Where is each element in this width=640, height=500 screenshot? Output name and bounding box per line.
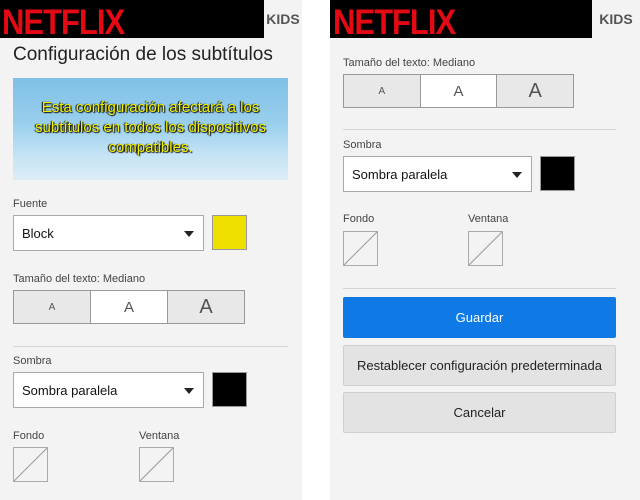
save-button[interactable]: Guardar [343,297,616,338]
shadow-label: Sombra [343,139,382,151]
subtitle-settings-panel-left: NETFLIX KIDS Configuración de los subtít… [0,0,302,500]
no-color-icon [140,448,173,481]
background-color-swatch[interactable] [13,447,48,482]
shadow-select[interactable]: Sombra paralela [343,156,532,192]
window-color-swatch[interactable] [468,231,503,266]
background-label: Fondo [13,430,45,442]
window-label: Ventana [139,430,180,442]
text-size-medium-option[interactable]: A [420,75,498,107]
font-select[interactable]: Block [13,215,204,251]
shadow-select-value: Sombra paralela [352,167,448,182]
no-color-icon [14,448,47,481]
shadow-select-value: Sombra paralela [22,383,118,398]
shadow-color-swatch[interactable] [212,372,247,407]
font-select-value: Block [22,226,54,241]
background-color-swatch[interactable] [343,231,378,266]
top-bar: NETFLIX KIDS [330,0,640,42]
text-size-label: Tamaño del texto: Mediano [343,57,476,69]
shadow-label: Sombra [13,355,52,367]
text-size-selector: A A A [13,290,245,324]
reset-defaults-button[interactable]: Restablecer configuración predeterminada [343,345,616,386]
window-label: Ventana [468,213,509,225]
font-color-swatch[interactable] [212,215,247,250]
text-size-large-option[interactable]: A [168,291,244,323]
chevron-down-icon [184,388,194,394]
divider [343,129,616,130]
netflix-logo[interactable]: NETFLIX [2,2,125,43]
page-title: Configuración de los subtítulos [13,44,273,65]
divider [13,346,288,347]
divider [343,288,616,289]
shadow-color-swatch[interactable] [540,156,575,191]
text-size-selector: A A A [343,74,574,108]
preview-text: Esta configuración afectará a los subtít… [35,99,266,156]
chevron-down-icon [512,172,522,178]
cancel-button[interactable]: Cancelar [343,392,616,433]
shadow-select[interactable]: Sombra paralela [13,372,204,408]
no-color-icon [344,232,377,265]
text-size-large-option[interactable]: A [497,75,574,107]
kids-button[interactable]: KIDS [592,0,640,38]
netflix-logo[interactable]: NETFLIX [333,2,456,43]
subtitle-settings-panel-right: NETFLIX KIDS Tamaño del texto: Mediano A… [330,0,640,500]
top-bar: NETFLIX KIDS [0,0,302,42]
font-label: Fuente [13,198,48,210]
window-color-swatch[interactable] [139,447,174,482]
text-size-small-option[interactable]: A [344,75,421,107]
no-color-icon [469,232,502,265]
background-label: Fondo [343,213,375,225]
text-size-small-option[interactable]: A [14,291,91,323]
kids-button[interactable]: KIDS [264,0,302,38]
text-size-label: Tamaño del texto: Mediano [13,273,146,285]
text-size-medium-option[interactable]: A [91,291,168,323]
chevron-down-icon [184,231,194,237]
subtitle-preview: Esta configuración afectará a los subtít… [13,78,288,180]
